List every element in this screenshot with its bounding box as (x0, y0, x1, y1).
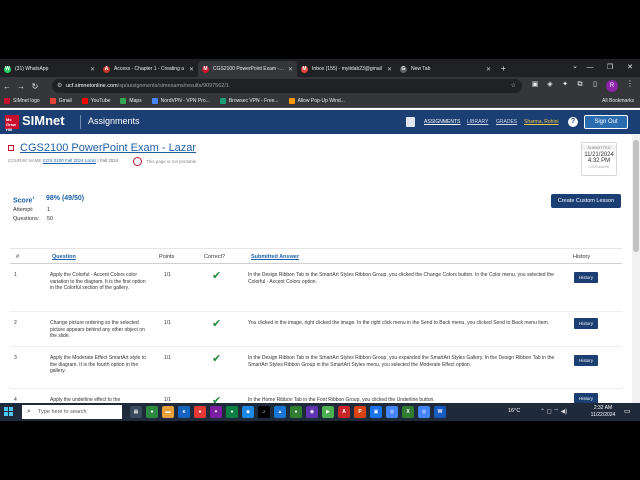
col-points: Points (159, 254, 175, 260)
row-number: 1 (14, 272, 17, 278)
app-icon[interactable]: ◉ (306, 406, 318, 418)
row-question: Change picture ordering so the selected … (50, 320, 145, 339)
row-answer: In the Design Ribbon Tab in the SmartArt… (248, 355, 555, 368)
correct-check-icon: ✔ (212, 353, 222, 365)
attempt-label: Attempt: (13, 207, 34, 213)
not-printable-text: This page is not printable (146, 159, 197, 164)
create-custom-lesson-button[interactable]: Create Custom Lesson (551, 194, 621, 208)
table-header: # Question Points Correct? Submitted Ans… (10, 248, 622, 264)
row-answer: In the Design Ribbon Tab in the SmartArt… (248, 272, 554, 285)
nav-library[interactable]: LIBRARY (467, 119, 488, 125)
score-value: 98% (49/50) (46, 195, 85, 202)
app-icon[interactable]: ● (146, 406, 158, 418)
app-icon[interactable]: ▣ (370, 406, 382, 418)
nav-grades[interactable]: GRADES (496, 119, 517, 125)
app-icon[interactable]: ▲ (274, 406, 286, 418)
row-answer: You clicked in the image, right clicked … (248, 320, 550, 326)
history-button[interactable]: History (574, 272, 598, 283)
powerpoint-icon[interactable]: P (354, 406, 366, 418)
attempt-value: 1 (47, 207, 51, 213)
folder-icon[interactable]: ▬ (162, 406, 174, 418)
row-number: 3 (14, 355, 17, 361)
task-view-icon[interactable]: ▦ (130, 406, 142, 418)
questions-value: 50 (47, 216, 54, 222)
table-row: 1 Apply the Colorful - Accent Colors colo… (10, 264, 622, 312)
calendar-icon[interactable] (406, 117, 415, 127)
app-icon[interactable]: ● (194, 406, 206, 418)
history-button[interactable]: History (574, 318, 598, 329)
windows-start-icon[interactable] (4, 407, 14, 417)
course-term: Fall 2024 (99, 158, 119, 163)
mcgraw-hill-logo: Mc Graw Hill (5, 115, 19, 132)
col-question[interactable]: Question (52, 254, 76, 260)
history-button[interactable]: History (574, 355, 598, 366)
table-row: 3 Apply the Moderate Effect SmartArt styl… (10, 347, 622, 389)
taskbar-search-input[interactable]: ⌕ Type here to search (22, 405, 122, 419)
row-number: 2 (14, 320, 17, 326)
tiktok-icon[interactable]: ♪ (258, 406, 270, 418)
simnet-header: Mc Graw Hill SIMnet Assignments ASSIGNME… (0, 110, 640, 134)
notification-icon[interactable]: ▭ (624, 407, 631, 415)
header-divider (80, 115, 81, 129)
row-points: 1/1 (164, 320, 171, 326)
taskbar-apps: ▦ ● ▬ e ● ✦ ● ◆ ♪ ▲ ● ◉ ▶ A P ▣ ◎ X ◎ W (130, 406, 446, 418)
word-icon[interactable]: W (434, 406, 446, 418)
row-question: Apply the Colorful - Accent Colors color… (50, 272, 146, 291)
col-answer[interactable]: Submitted Answer (251, 254, 299, 260)
app-icon[interactable]: ▶ (322, 406, 334, 418)
correct-check-icon: ✔ (212, 270, 222, 282)
app-icon[interactable]: ◆ (242, 406, 254, 418)
submitted-box: SUBMITTED 11/21/2024 4:32 PM US/Eastern (581, 142, 617, 176)
system-tray-icons[interactable]: ⌃ ◻ ⌔ ◀) (540, 407, 567, 415)
simnet-logo[interactable]: SIMnet (22, 113, 65, 128)
exam-icon (8, 145, 14, 151)
row-question: Apply the Moderate Effect SmartArt style… (50, 355, 146, 374)
chrome-icon[interactable]: ◎ (386, 406, 398, 418)
course-meta: COURSE NAME CGS 2100 Fall 2024 Lazar | F… (8, 158, 119, 163)
app-icon[interactable]: ● (226, 406, 238, 418)
sign-out-button[interactable]: Sign Out (584, 115, 628, 129)
weather-text[interactable]: 16°C (508, 408, 520, 414)
app-icon[interactable]: ✦ (210, 406, 222, 418)
submitted-timezone: US/Eastern (588, 164, 610, 169)
row-points: 1/1 (164, 272, 171, 278)
app-icon[interactable]: ● (290, 406, 302, 418)
access-icon[interactable]: A (338, 406, 350, 418)
row-points: 1/1 (164, 355, 171, 361)
questions-label: Questions: (13, 216, 40, 222)
submitted-label: SUBMITTED (582, 145, 616, 150)
scrollbar-thumb[interactable] (633, 140, 639, 252)
user-name-link[interactable]: Sharma, Rohini (524, 119, 558, 125)
search-placeholder: Type here to search (38, 409, 87, 415)
nav-assignments[interactable]: ASSIGNMENTS (424, 119, 460, 125)
clock-date: 11/22/2024 (590, 412, 616, 418)
course-link[interactable]: CGS 2100 Fall 2024 Lazar (43, 158, 96, 163)
exam-title[interactable]: CGS2100 PowerPoint Exam - Lazar (20, 142, 196, 154)
excel-icon[interactable]: X (402, 406, 414, 418)
windows-taskbar: ⌕ Type here to search ▦ ● ▬ e ● ✦ ● ◆ ♪ … (0, 403, 640, 421)
score-label: Score1 (13, 195, 35, 205)
correct-check-icon: ✔ (212, 318, 222, 330)
chrome-icon[interactable]: ◎ (418, 406, 430, 418)
help-icon[interactable]: ? (568, 117, 578, 127)
col-num: # (16, 254, 20, 260)
not-printable-icon (133, 157, 142, 166)
col-history: History (573, 254, 591, 260)
col-correct: Correct? (204, 254, 226, 260)
search-icon: ⌕ (27, 408, 31, 415)
edge-icon[interactable]: e (178, 406, 190, 418)
taskbar-clock[interactable]: 2:32 AM 11/22/2024 (586, 405, 620, 419)
course-name-label: COURSE NAME (8, 158, 42, 163)
page-title: Assignments (88, 116, 140, 126)
clock-time: 2:32 AM (593, 405, 613, 411)
page-viewport: Mc Graw Hill SIMnet Assignments ASSIGNME… (0, 59, 640, 421)
table-row: 2 Change picture ordering so the selected… (10, 312, 622, 347)
